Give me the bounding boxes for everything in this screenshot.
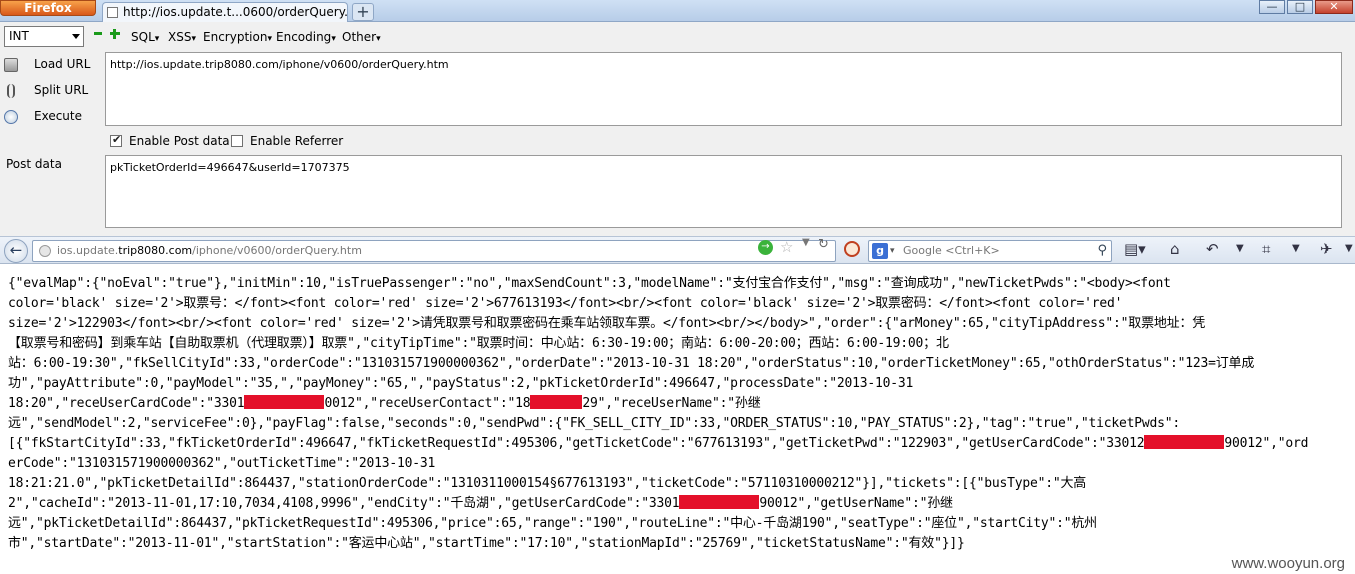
checkbox-unchecked	[231, 135, 243, 147]
watermark: www.wooyun.org	[1231, 555, 1345, 572]
history-dropdown-icon[interactable]: ▼	[802, 237, 810, 248]
response-text: 2","cacheId":"2013-11-01,17:10,7034,4108…	[8, 496, 680, 511]
tools-icon[interactable]: ✈	[1320, 240, 1333, 258]
split-url-button[interactable]: Split URL	[4, 83, 88, 98]
menu-encryption[interactable]: Encryption	[203, 30, 272, 44]
redaction-block	[530, 395, 583, 409]
back-button[interactable]: ←	[4, 239, 28, 263]
go-button[interactable]: →	[758, 240, 773, 255]
enable-referrer-label: Enable Referrer	[250, 134, 344, 148]
response-text: 29","receUserName":"孙继	[582, 396, 761, 411]
response-line: 功","payAttribute":0,"payModel":"35,","pa…	[8, 376, 914, 391]
enable-post-checkbox[interactable]: Enable Post data	[110, 133, 230, 148]
overflow-dropdown-icon[interactable]: ▼	[1345, 243, 1353, 254]
close-button[interactable]: ✕	[1315, 0, 1353, 14]
minus-icon[interactable]	[94, 32, 102, 35]
noscript-icon[interactable]	[844, 241, 860, 257]
menu-other[interactable]: Other	[342, 30, 381, 44]
bookmark-star-icon[interactable]: ☆	[780, 238, 793, 256]
undo-dropdown-icon[interactable]: ▼	[1236, 243, 1244, 254]
tab-title: http://ios.update.t...0600/orderQuery.ht…	[123, 5, 348, 19]
undo-icon[interactable]: ↶	[1206, 240, 1219, 258]
response-text: 90012","getUserName":"孙继	[759, 496, 953, 511]
load-url-label: Load URL	[34, 57, 91, 71]
encoding-select[interactable]: INT	[4, 26, 84, 47]
navigation-toolbar: ← ios.update.trip8080.com/iphone/v0600/o…	[0, 236, 1355, 264]
execute-label: Execute	[34, 109, 82, 123]
response-line: 18:21:21.0","pkTicketDetailId":864437,"s…	[8, 476, 1087, 491]
search-box[interactable]: g ▾ Google <Ctrl+K> ⚲	[868, 240, 1112, 262]
load-url-button[interactable]: Load URL	[4, 57, 90, 72]
response-line: color='black' size='2'>取票号：</font><font …	[8, 296, 1123, 311]
tab-order-query[interactable]: http://ios.update.t...0600/orderQuery.ht…	[102, 2, 348, 22]
response-line: 2","cacheId":"2013-11-01,17:10,7034,4108…	[8, 494, 1348, 514]
response-text: 18:20","receUserCardCode":"3301	[8, 396, 245, 411]
hackbar-panel: INT SQL XSS Encryption Encoding Other Lo…	[0, 22, 1355, 236]
enable-post-label: Enable Post data	[129, 134, 230, 148]
redaction-block	[679, 495, 760, 509]
plus-icon[interactable]	[110, 29, 120, 39]
globe-icon	[39, 245, 51, 257]
redaction-block	[1144, 435, 1225, 449]
crop-icon[interactable]: ⌗	[1262, 240, 1270, 258]
minimize-button[interactable]: —	[1259, 0, 1285, 14]
response-line: 站：6:00-19:30","fkSellCityId":33,"orderCo…	[8, 356, 1255, 371]
menu-sql[interactable]: SQL	[131, 30, 159, 44]
checkbox-checked	[110, 133, 122, 147]
home-icon[interactable]: ⌂	[1170, 240, 1180, 258]
new-tab-button[interactable]: +	[352, 3, 374, 21]
split-url-label: Split URL	[34, 83, 89, 97]
reload-icon[interactable]: ↻	[818, 237, 829, 252]
tab-strip: Firefox http://ios.update.t...0600/order…	[0, 0, 1355, 22]
split-url-icon	[7, 83, 15, 98]
redaction-block	[244, 395, 325, 409]
address-bar[interactable]: ios.update.trip8080.com/iphone/v0600/ord…	[32, 240, 836, 262]
maximize-button[interactable]: □	[1287, 0, 1313, 14]
url-host: trip8080.com	[118, 244, 193, 257]
url-path: /iphone/v0600/orderQuery.htm	[192, 244, 362, 257]
post-data-field[interactable]: pkTicketOrderId=496647&userId=1707375	[105, 155, 1342, 228]
response-line: 18:20","receUserCardCode":"3301 0012","re…	[8, 394, 1348, 414]
json-response-body: {"evalMap":{"noEval":"true"},"initMin":1…	[8, 274, 1348, 564]
response-line: 市","startDate":"2013-11-01","startStatio…	[8, 536, 965, 551]
enable-referrer-checkbox[interactable]: Enable Referrer	[231, 134, 343, 148]
response-line: erCode":"131031571900000362","outTicketT…	[8, 456, 436, 471]
hackbar-url-field[interactable]: http://ios.update.trip8080.com/iphone/v0…	[105, 52, 1342, 126]
search-placeholder: Google <Ctrl+K>	[903, 244, 1000, 257]
bookmarks-menu-icon[interactable]: ▤▾	[1124, 240, 1146, 258]
response-line: [{"fkStartCityId":33,"fkTicketOrderId":4…	[8, 434, 1348, 454]
response-line: {"evalMap":{"noEval":"true"},"initMin":1…	[8, 276, 1171, 291]
post-data-label: Post data	[6, 157, 62, 171]
encoding-select-value: INT	[9, 29, 29, 43]
chevron-down-icon	[72, 34, 80, 39]
crop-dropdown-icon[interactable]: ▼	[1292, 243, 1300, 254]
engine-dropdown-icon: ▾	[890, 246, 895, 256]
response-text: 0012","receUserContact":"18	[324, 396, 531, 411]
response-line: 远","pkTicketDetailId":864437,"pkTicketRe…	[8, 516, 1097, 531]
menu-xss[interactable]: XSS	[168, 30, 196, 44]
execute-button[interactable]: Execute	[4, 109, 82, 124]
response-line: 【取票号和密码】到乘车站【自助取票机（代理取票）】取票","cityTipTim…	[8, 336, 949, 351]
google-engine-icon: g	[872, 243, 888, 259]
page-icon	[107, 7, 118, 18]
menu-encoding[interactable]: Encoding	[276, 30, 336, 44]
response-text: [{"fkStartCityId":33,"fkTicketOrderId":4…	[8, 436, 1145, 451]
response-line: size='2'>122903</font><br/><font color='…	[8, 316, 1206, 331]
response-line: 远","sendModel":2,"serviceFee":0},"payFla…	[8, 416, 1181, 431]
firefox-window: { "browser": { "app_button": "Firefox", …	[0, 0, 1355, 574]
url-prefix: ios.update.	[57, 244, 119, 257]
response-text: 90012","ord	[1224, 436, 1309, 451]
search-icon[interactable]: ⚲	[1097, 241, 1107, 261]
load-url-icon	[4, 57, 18, 72]
firefox-menu-button[interactable]: Firefox	[0, 0, 96, 16]
execute-icon	[4, 109, 18, 124]
